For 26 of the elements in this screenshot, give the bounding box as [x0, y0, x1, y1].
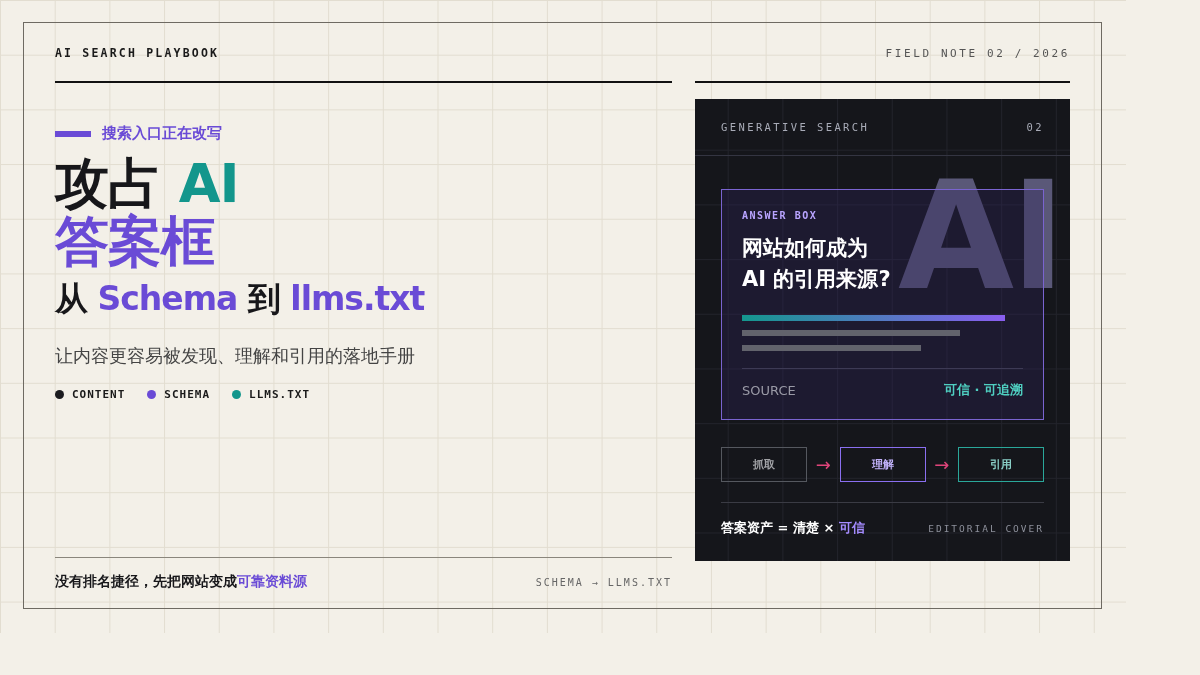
- step-box: 抓取: [721, 447, 807, 482]
- brand-label: AI SEARCH PLAYBOOK: [55, 46, 220, 60]
- question-heading: 网站如何成为 AI 的引用来源?: [742, 235, 891, 293]
- tagline: 没有排名捷径，先把网站变成可靠资料源: [55, 573, 307, 591]
- card-label: GENERATIVE SEARCH: [721, 121, 870, 133]
- answer-box-label: ANSWER BOX: [742, 210, 819, 221]
- step-box: 引用: [958, 447, 1044, 482]
- arrow-icon: →: [815, 454, 831, 475]
- path-label: SCHEMA → LLMS.TXT: [535, 576, 672, 588]
- legend-label: SCHEMA: [164, 388, 211, 401]
- subtitle: 从 Schema 到 llms.txt: [55, 278, 426, 320]
- legend-label: CONTENT: [72, 388, 126, 401]
- step-box: 理解: [839, 447, 926, 482]
- headline: 答案框: [55, 213, 215, 271]
- arrow-icon: →: [934, 454, 950, 475]
- headline: 攻占 AI: [55, 155, 240, 213]
- cover-caption: EDITORIAL COVER: [928, 522, 1044, 534]
- legend-label: LLMS.TXT: [249, 388, 311, 401]
- description: 让内容更容易被发现、理解和引用的落地手册: [55, 344, 416, 368]
- kicker-text: 搜索入口正在改写: [102, 124, 222, 143]
- source-label: SOURCE: [742, 382, 796, 398]
- accent-bar: [55, 130, 91, 137]
- card-number: 02: [1026, 121, 1044, 133]
- field-note-label: FIELD NOTE 02 / 2026: [885, 46, 1070, 60]
- source-value: 可信 · 可追溯: [944, 381, 1023, 399]
- formula-text: 答案资产 = 清楚 × 可信: [721, 519, 865, 537]
